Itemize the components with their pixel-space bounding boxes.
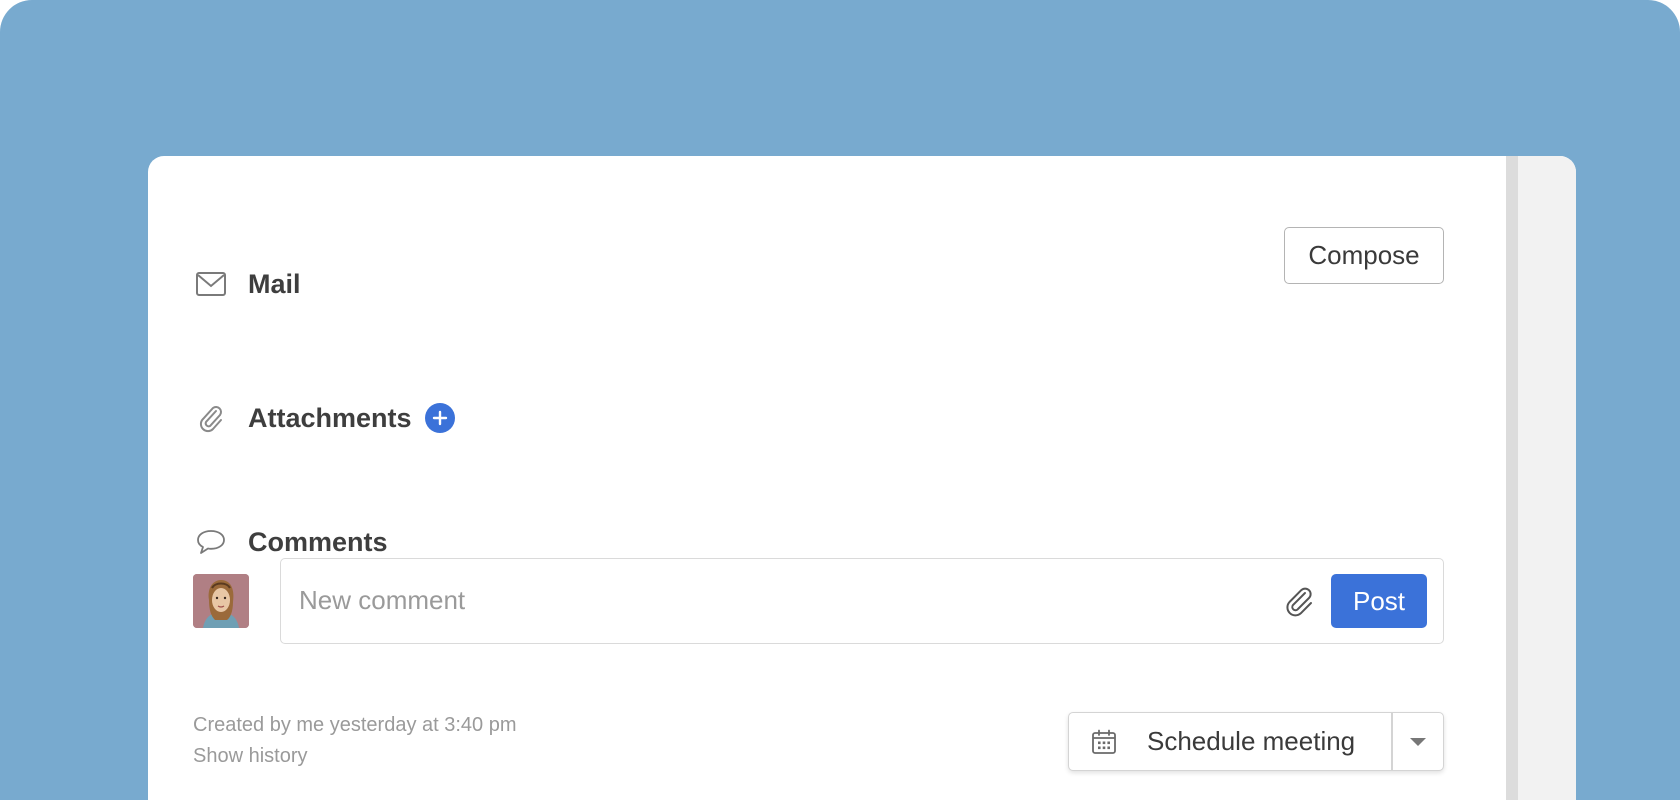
attachments-section-header: Attachments (194, 372, 455, 464)
created-info: Created by me yesterday at 3:40 pm (193, 714, 517, 736)
avatar (193, 574, 249, 628)
envelope-icon (194, 267, 228, 301)
page-backdrop: Mail Compose Attachments Comments New co… (0, 0, 1680, 800)
calendar-icon (1089, 727, 1119, 757)
post-button[interactable]: Post (1331, 574, 1427, 628)
paperclip-icon[interactable] (1281, 583, 1317, 619)
show-history-link[interactable]: Show history (193, 745, 308, 768)
scroll-track[interactable] (1506, 156, 1576, 800)
schedule-options-dropdown[interactable] (1393, 713, 1443, 770)
attachments-title: Attachments (248, 402, 412, 433)
comment-input[interactable] (299, 577, 1179, 623)
mail-title: Mail (248, 268, 301, 299)
comment-composer: Post (280, 558, 1444, 644)
schedule-meeting-label: Schedule meeting (1147, 726, 1356, 756)
paperclip-icon (194, 401, 228, 435)
record-detail-card: Mail Compose Attachments Comments New co… (148, 156, 1576, 800)
schedule-meeting-button[interactable]: Schedule meeting (1069, 713, 1391, 770)
scrollbar[interactable] (1506, 156, 1518, 800)
speech-bubble-icon (194, 525, 228, 559)
caret-down-icon (1410, 737, 1426, 746)
mail-section-header: Mail (194, 238, 301, 330)
add-attachment-button[interactable] (424, 403, 455, 433)
schedule-meeting-split-button: Schedule meeting (1068, 712, 1444, 771)
comments-title: Comments (248, 526, 388, 557)
plus-icon (432, 410, 447, 426)
compose-button[interactable]: Compose (1284, 227, 1444, 284)
